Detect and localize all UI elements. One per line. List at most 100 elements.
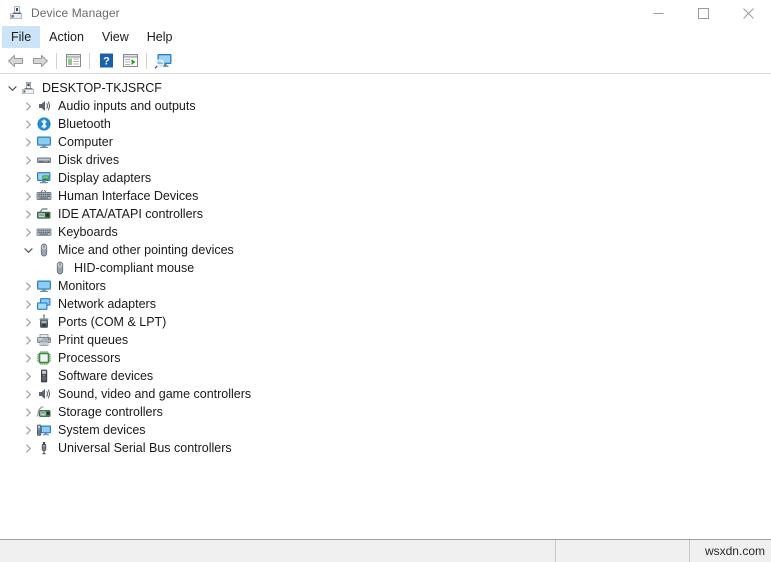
menu-action[interactable]: Action <box>40 26 93 48</box>
speaker-icon <box>36 98 52 114</box>
ide-controller-icon <box>36 206 52 222</box>
computer-icon <box>36 134 52 150</box>
tree-item-system-devices[interactable]: System devices <box>0 421 771 439</box>
mouse-icon <box>52 260 68 276</box>
chevron-right-icon[interactable] <box>20 349 36 367</box>
chevron-right-icon[interactable] <box>20 295 36 313</box>
speaker-icon <box>36 386 52 402</box>
close-button[interactable] <box>726 0 771 26</box>
forward-arrow-icon[interactable] <box>28 50 52 72</box>
mouse-icon <box>36 242 52 258</box>
chevron-right-icon[interactable] <box>20 439 36 457</box>
tree-item-disk-drives[interactable]: Disk drives <box>0 151 771 169</box>
scan-for-hardware-changes-icon[interactable] <box>151 50 175 72</box>
tree-item-computer[interactable]: Computer <box>0 133 771 151</box>
chevron-right-icon[interactable] <box>20 205 36 223</box>
processor-icon <box>36 350 52 366</box>
chevron-right-icon[interactable] <box>20 277 36 295</box>
tree-item-sound-video-and-game-controllers[interactable]: Sound, video and game controllers <box>0 385 771 403</box>
tree-item-label: Display adapters <box>58 171 152 185</box>
menu-view[interactable]: View <box>93 26 138 48</box>
window-controls <box>636 0 771 26</box>
chevron-right-icon[interactable] <box>20 403 36 421</box>
tree-item-label: Computer <box>58 135 113 149</box>
device-manager-window: Device Manager File Action View Help ? D… <box>0 0 771 562</box>
tree-item-audio-inputs-and-outputs[interactable]: Audio inputs and outputs <box>0 97 771 115</box>
menu-bar: File Action View Help <box>0 26 771 48</box>
tree-item-label: Bluetooth <box>58 117 111 131</box>
chevron-down-icon[interactable] <box>20 241 36 259</box>
tree-item-hid-compliant-mouse[interactable]: HID-compliant mouse <box>0 259 771 277</box>
tree-item-ide-ata-atapi-controllers[interactable]: IDE ATA/ATAPI controllers <box>0 205 771 223</box>
tree-item-label: Audio inputs and outputs <box>58 99 196 113</box>
tree-item-ports-com-lpt[interactable]: Ports (COM & LPT) <box>0 313 771 331</box>
tree-root-node[interactable]: DESKTOP-TKJSRCF <box>0 79 771 97</box>
help-icon[interactable]: ? <box>94 50 118 72</box>
chevron-right-icon[interactable] <box>20 115 36 133</box>
chevron-right-icon[interactable] <box>20 133 36 151</box>
tree-item-print-queues[interactable]: Print queues <box>0 331 771 349</box>
storage-controller-icon <box>36 404 52 420</box>
tree-item-software-devices[interactable]: Software devices <box>0 367 771 385</box>
tree-item-label: Human Interface Devices <box>58 189 199 203</box>
system-device-icon <box>36 422 52 438</box>
tree-item-keyboards[interactable]: Keyboards <box>0 223 771 241</box>
tree-item-label: Monitors <box>58 279 106 293</box>
chevron-right-icon[interactable] <box>20 385 36 403</box>
minimize-button[interactable] <box>636 0 681 26</box>
tree-item-human-interface-devices[interactable]: Human Interface Devices <box>0 187 771 205</box>
printer-icon <box>36 332 52 348</box>
disk-drive-icon <box>36 152 52 168</box>
tree-item-network-adapters[interactable]: Network adapters <box>0 295 771 313</box>
tree-item-mice-and-other-pointing-devices[interactable]: Mice and other pointing devices <box>0 241 771 259</box>
tree-item-universal-serial-bus-controllers[interactable]: Universal Serial Bus controllers <box>0 439 771 457</box>
chevron-down-icon[interactable] <box>4 79 20 97</box>
maximize-button[interactable] <box>681 0 726 26</box>
bluetooth-icon <box>36 116 52 132</box>
tree-item-storage-controllers[interactable]: Storage controllers <box>0 403 771 421</box>
chevron-right-icon[interactable] <box>20 331 36 349</box>
toolbar: ? <box>0 48 771 74</box>
monitor-icon <box>36 278 52 294</box>
toolbar-separator-1 <box>56 52 57 69</box>
show-hide-console-tree-icon[interactable] <box>61 50 85 72</box>
tree-item-label: Print queues <box>58 333 129 347</box>
window-title: Device Manager <box>31 6 120 20</box>
tree-item-processors[interactable]: Processors <box>0 349 771 367</box>
tree-item-label: System devices <box>58 423 146 437</box>
title-bar: Device Manager <box>0 0 771 26</box>
menu-help[interactable]: Help <box>138 26 182 48</box>
status-bar-right-panel: wsxdn.com <box>690 540 771 562</box>
chevron-right-icon[interactable] <box>20 97 36 115</box>
chevron-right-icon[interactable] <box>20 223 36 241</box>
status-bar-main-panel <box>0 540 556 562</box>
status-bar-middle-panel <box>556 540 690 562</box>
status-bar: wsxdn.com <box>0 539 771 562</box>
computer-root-icon <box>20 80 36 96</box>
tree-item-display-adapters[interactable]: Display adapters <box>0 169 771 187</box>
tree-item-label: HID-compliant mouse <box>74 261 195 275</box>
device-tree[interactable]: DESKTOP-TKJSRCF Audio inputs and outputs <box>0 74 771 539</box>
tree-item-bluetooth[interactable]: Bluetooth <box>0 115 771 133</box>
chevron-right-icon[interactable] <box>20 151 36 169</box>
device-manager-icon <box>8 5 24 21</box>
tree-item-label: Storage controllers <box>58 405 163 419</box>
tree-item-label: Disk drives <box>58 153 120 167</box>
chevron-right-icon[interactable] <box>20 169 36 187</box>
tree-item-label: Keyboards <box>58 225 118 239</box>
keyboard-icon <box>36 224 52 240</box>
tree-item-label: Mice and other pointing devices <box>58 243 234 257</box>
properties-icon[interactable] <box>118 50 142 72</box>
chevron-right-icon[interactable] <box>20 367 36 385</box>
tree-root-label: DESKTOP-TKJSRCF <box>42 81 162 95</box>
menu-file[interactable]: File <box>2 26 41 48</box>
tree-item-monitors[interactable]: Monitors <box>0 277 771 295</box>
tree-item-label: Network adapters <box>58 297 156 311</box>
back-arrow-icon[interactable] <box>4 50 28 72</box>
usb-icon <box>36 440 52 456</box>
toolbar-separator-2 <box>89 52 90 69</box>
tree-item-label: IDE ATA/ATAPI controllers <box>58 207 203 221</box>
chevron-right-icon[interactable] <box>20 421 36 439</box>
chevron-right-icon[interactable] <box>20 187 36 205</box>
chevron-right-icon[interactable] <box>20 313 36 331</box>
